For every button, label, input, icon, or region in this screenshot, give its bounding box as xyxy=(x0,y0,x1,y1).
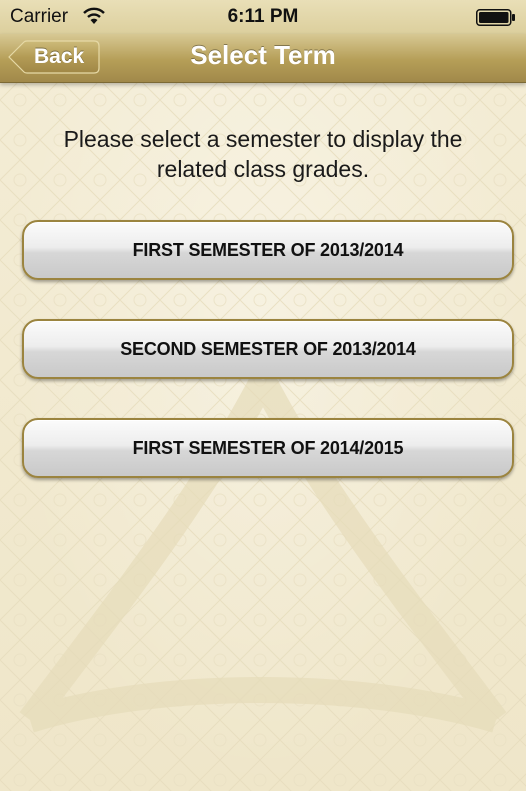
instructions-text: Please select a semester to display the … xyxy=(63,126,463,182)
term-button-second-2013-2014[interactable]: SECOND SEMESTER OF 2013/2014 xyxy=(22,319,514,379)
navigation-bar: Back Select Term xyxy=(0,34,526,83)
page-title: Select Term xyxy=(190,40,336,70)
battery-icon xyxy=(476,9,515,26)
status-bar: Carrier 6:11 PM xyxy=(0,0,526,34)
term-button-first-2013-2014[interactable]: FIRST SEMESTER OF 2013/2014 xyxy=(22,220,514,280)
status-time: 6:11 PM xyxy=(227,6,299,27)
term-button-first-2014-2015[interactable]: FIRST SEMESTER OF 2014/2015 xyxy=(22,418,514,478)
